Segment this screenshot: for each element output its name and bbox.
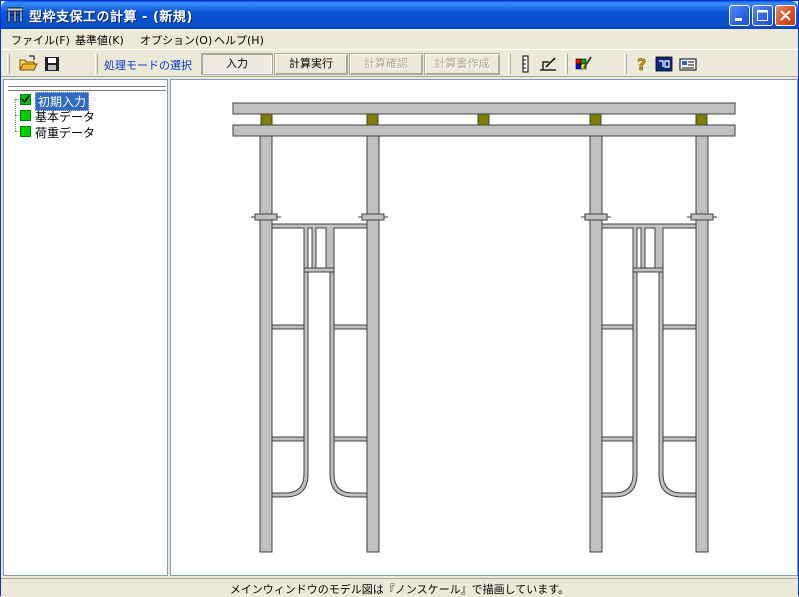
bearing-pad (260, 113, 273, 126)
ruler-icon[interactable] (515, 53, 537, 75)
book-icon[interactable] (653, 53, 675, 75)
ledger-bar (333, 324, 368, 330)
bearing-pad (477, 113, 490, 126)
post-coupler (690, 213, 714, 221)
tree-item-load-data[interactable]: 荷重データ (4, 124, 164, 140)
ledger-bar (271, 436, 305, 442)
green-node-icon (20, 126, 31, 137)
menu-help[interactable]: ヘルプ(H) (214, 32, 264, 48)
close-icon (780, 10, 791, 21)
toolbar: 処理モードの選択 入力 計算実行 計算確認 計算書作成 ? (1, 49, 798, 77)
ledger-bar (271, 324, 305, 330)
help-icon[interactable]: ? (631, 53, 653, 75)
right-frame-post (589, 135, 603, 553)
toolbar-grip[interactable] (7, 54, 10, 74)
menu-bar: ファイル(F) 基準値(K) オプション(O) ヘルプ(H) (1, 29, 798, 49)
left-frame (251, 135, 388, 553)
card-icon[interactable] (677, 53, 699, 75)
green-node-icon (20, 110, 31, 121)
ledger-bar (333, 436, 368, 442)
right-frame-post (695, 135, 709, 553)
open-folder-icon[interactable] (17, 53, 39, 75)
window-title: 型枠支保工の計算 - (新規) (29, 10, 193, 25)
check-calculation-button[interactable]: 計算確認 (349, 53, 423, 75)
menu-options[interactable]: オプション(O) (140, 32, 212, 48)
left-frame-post (259, 135, 273, 553)
post-coupler (254, 213, 278, 221)
svg-text:?: ? (637, 55, 646, 74)
save-icon[interactable] (41, 53, 63, 75)
minimize-button[interactable] (729, 5, 750, 26)
maximize-button[interactable] (752, 5, 773, 26)
post-coupler (584, 213, 608, 221)
menu-standards[interactable]: 基準値(K) (75, 32, 124, 48)
title-bar[interactable]: 型枠支保工の計算 - (新規) (1, 1, 798, 29)
ledger-bar (662, 324, 697, 330)
ledger-bar (662, 436, 697, 442)
menu-file[interactable]: ファイル(F) (11, 32, 70, 48)
tree-header-divider (8, 86, 166, 91)
checked-node-icon (20, 94, 31, 105)
right-frame-brace (601, 223, 697, 498)
maximize-icon (757, 10, 768, 21)
app-icon (7, 7, 23, 23)
top-beam (232, 102, 736, 115)
input-tree-panel[interactable]: 初期入力 基本データ 荷重データ (3, 79, 168, 576)
right-frame (581, 135, 717, 553)
mode-label: 処理モードの選択 (104, 59, 192, 72)
main-window: 型枠支保工の計算 - (新規) ファイル(F) 基準値(K) オプション(O) … (0, 0, 799, 596)
tree-item-basic-data[interactable]: 基本データ (4, 108, 164, 124)
run-calculation-button[interactable]: 計算実行 (274, 53, 348, 75)
brace-tie (303, 267, 335, 273)
status-message: メインウィンドウのモデル図は『ノンスケール』で描画しています。 (229, 583, 570, 596)
bearing-pad (695, 113, 708, 126)
input-mode-button[interactable]: 入力 (201, 53, 273, 75)
tree-item-label: 基本データ (35, 110, 96, 124)
create-report-button[interactable]: 計算書作成 (424, 53, 500, 75)
formwork-support-model-diagram (232, 102, 736, 553)
left-frame-post (366, 135, 380, 553)
palette-icon[interactable] (572, 53, 594, 75)
minimize-icon (735, 18, 742, 21)
tree-item-initial-input[interactable]: 初期入力 (4, 92, 164, 111)
left-frame-brace (271, 223, 368, 498)
brace-tie (632, 267, 664, 273)
drawing-icon[interactable] (537, 53, 559, 75)
toolbar-grip[interactable] (565, 54, 568, 74)
bearing-pad (366, 113, 379, 126)
toolbar-grip[interactable] (624, 54, 627, 74)
close-button[interactable] (775, 5, 796, 26)
toolbar-grip[interactable] (508, 54, 511, 74)
lower-beam (232, 124, 736, 137)
post-coupler (361, 213, 385, 221)
tree-item-label: 荷重データ (35, 126, 96, 140)
bearing-pad (589, 113, 602, 126)
bearing-pads (260, 113, 708, 126)
model-drawing-canvas[interactable] (170, 79, 798, 576)
status-bar: メインウィンドウのモデル図は『ノンスケール』で描画しています。 (1, 578, 798, 596)
checkmark-icon (21, 95, 30, 104)
ledger-bar (601, 324, 634, 330)
toolbar-grip[interactable] (95, 54, 98, 74)
ledger-bar (601, 436, 634, 442)
